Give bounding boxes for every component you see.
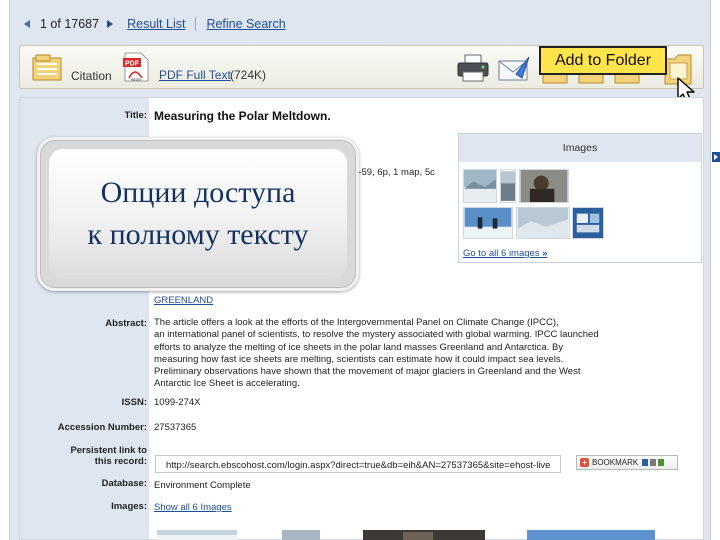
pdf-file-size: (724K) <box>230 68 267 82</box>
plus-icon: + <box>580 458 589 467</box>
database-label: Database: <box>101 478 147 489</box>
abstract-text: The article offers a look at the efforts… <box>154 317 599 391</box>
image-thumbnail[interactable] <box>363 530 485 540</box>
refine-search-link[interactable]: Refine Search <box>206 17 285 31</box>
abstract-line: Antarctic Ice Sheet is accelerating. <box>154 378 300 390</box>
persistent-link-label-line: this record: <box>94 456 147 467</box>
full-text-options-callout: Опции доступа к полному тексту <box>37 137 359 291</box>
result-list-link[interactable]: Result List <box>127 17 185 31</box>
persistent-link-field[interactable]: http://search.ebscohost.com/login.aspx?d… <box>155 455 561 473</box>
title-label: Title: <box>124 110 147 121</box>
abstract-label: Abstract: <box>105 318 147 329</box>
database-value: Environment Complete <box>154 480 251 491</box>
pdf-full-text-link[interactable]: PDF Full Text <box>159 68 231 82</box>
abstract-line: Preliminary observations have shown that… <box>154 366 581 378</box>
next-record-icon[interactable] <box>107 20 114 28</box>
image-thumbnail[interactable] <box>519 169 569 203</box>
source-fragment: 4-59, 6p, 1 map, 5c <box>353 167 435 178</box>
abstract-line: The article offers a look at the efforts… <box>154 317 559 328</box>
abstract-line: an international panel of scientists, to… <box>154 329 599 341</box>
article-title: Measuring the Polar Meltdown. <box>154 109 331 123</box>
citation-icon[interactable] <box>32 54 62 81</box>
images-box: Images Go to all 6 images » <box>458 133 702 263</box>
record-count: 1 of 17687 <box>40 17 100 31</box>
show-all-images-link[interactable]: Show all 6 Images <box>154 502 232 513</box>
abstract-line: measuring how fast ice sheets are meltin… <box>154 353 564 365</box>
accession-number-label: Accession Number: <box>57 422 147 433</box>
go-to-all-images-label: Go to all 6 images <box>463 248 540 259</box>
svg-text:Adobe: Adobe <box>131 78 141 82</box>
go-to-all-images-link[interactable]: Go to all 6 images » <box>463 248 548 259</box>
issn-label: ISSN: <box>121 397 147 408</box>
bookmark-button[interactable]: + BOOKMARK <box>576 455 678 470</box>
accession-number-value: 27537365 <box>154 422 197 433</box>
images-box-heading: Images <box>459 134 701 162</box>
image-thumbnail[interactable] <box>572 207 604 239</box>
image-thumbnail[interactable] <box>157 530 237 540</box>
callout-inner: Опции доступа к полному тексту <box>49 149 347 279</box>
svg-text:PDF: PDF <box>125 61 140 68</box>
abstract-line: efforts to analyze the melting of ice sh… <box>154 341 564 353</box>
share-icon <box>658 459 665 466</box>
image-thumbnail[interactable] <box>500 169 516 203</box>
image-thumbnail[interactable] <box>527 530 655 540</box>
issn-value: 1099-274X <box>154 397 201 408</box>
image-thumbnail[interactable] <box>463 169 497 203</box>
callout-line: Опции доступа <box>100 176 296 209</box>
print-icon[interactable] <box>457 54 489 82</box>
email-icon[interactable] <box>498 56 530 82</box>
subject-link-greenland[interactable]: GREENLAND <box>154 295 213 306</box>
citation-label[interactable]: Citation <box>71 69 112 83</box>
double-arrow-icon: » <box>542 248 548 259</box>
persistent-link-label: Persistent link to this record: <box>70 445 147 467</box>
image-thumbnail[interactable] <box>516 207 570 239</box>
bookmark-label: BOOKMARK <box>592 458 639 467</box>
expand-panel-icon[interactable] <box>712 152 720 162</box>
add-to-folder-tooltip: Add to Folder <box>539 46 667 75</box>
record-navigation: 1 of 17687 Result List Refine Search <box>24 14 286 34</box>
social-icons <box>642 459 665 466</box>
callout-line: к полному тексту <box>87 218 309 251</box>
images-label: Images: <box>111 501 147 512</box>
persistent-link-label-line: Persistent link to <box>70 445 147 456</box>
image-thumbnail[interactable] <box>463 207 513 239</box>
image-thumbnail[interactable] <box>282 530 320 540</box>
share-icon <box>642 459 649 466</box>
previous-record-icon[interactable] <box>24 20 30 28</box>
nav-divider <box>195 17 197 31</box>
share-icon <box>650 459 657 466</box>
pdf-icon[interactable]: PDF Adobe <box>123 52 149 82</box>
